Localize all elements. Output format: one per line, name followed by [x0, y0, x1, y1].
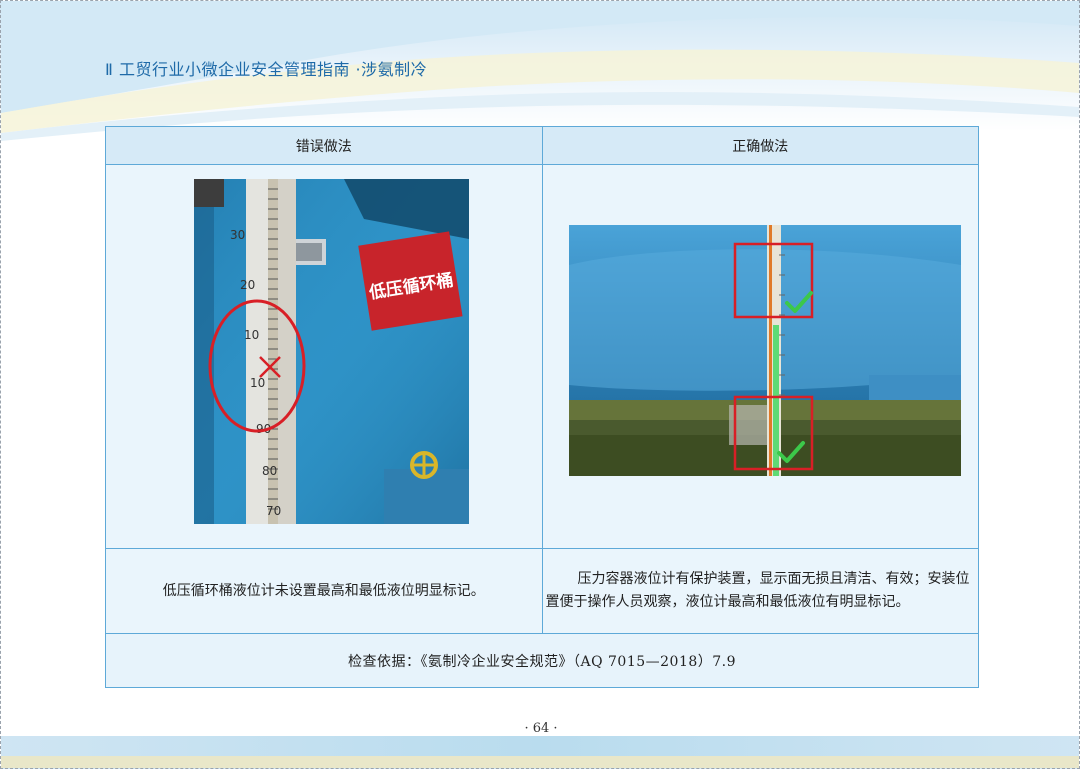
wrong-practice-header: 错误做法: [105, 126, 543, 165]
scale-label: 80: [262, 464, 277, 478]
warning-sign: 低压循环桶: [358, 231, 463, 331]
right-practice-header: 正确做法: [541, 126, 979, 165]
wrong-photo-cell: 30 20 10 10 90 80 70 低压循环桶: [105, 164, 543, 549]
wrong-practice-description: 低压循环桶液位计未设置最高和最低液位明显标记。: [105, 548, 543, 634]
footer-band-lower: [1, 756, 1079, 768]
right-description-line1: 压力容器液位计有保护装置，显示面无损且清洁、有效；: [577, 571, 928, 587]
scale-label: 20: [240, 278, 255, 292]
right-practice-photo: [568, 225, 961, 476]
scale-label: 10: [250, 376, 265, 390]
wrong-practice-photo: 30 20 10 10 90 80 70 低压循环桶: [194, 179, 469, 524]
right-photo-cell: [541, 164, 979, 549]
document-page: Ⅱ 工贸行业小微企业安全管理指南 ·涉氨制冷 错误做法 正确做法 30 20 1…: [0, 0, 1080, 769]
footer-band: [1, 736, 1079, 756]
scale-label: 70: [266, 504, 281, 518]
right-practice-description: 压力容器液位计有保护装置，显示面无损且清洁、有效；安装位置便于操作人员观察，液位…: [541, 548, 979, 634]
header-title: Ⅱ 工贸行业小微企业安全管理指南 ·涉氨制冷: [105, 60, 428, 79]
scale-label: 30: [230, 228, 245, 242]
page-number: · 64 ·: [524, 721, 558, 736]
comparison-table: 错误做法 正确做法 30 20 10 10 90 80 70 低压循环桶 低压循…: [105, 126, 979, 688]
inspection-basis: 检查依据：《氨制冷企业安全规范》（AQ 7015—2018）7.9: [105, 633, 979, 688]
scale-label: 10: [244, 328, 259, 342]
